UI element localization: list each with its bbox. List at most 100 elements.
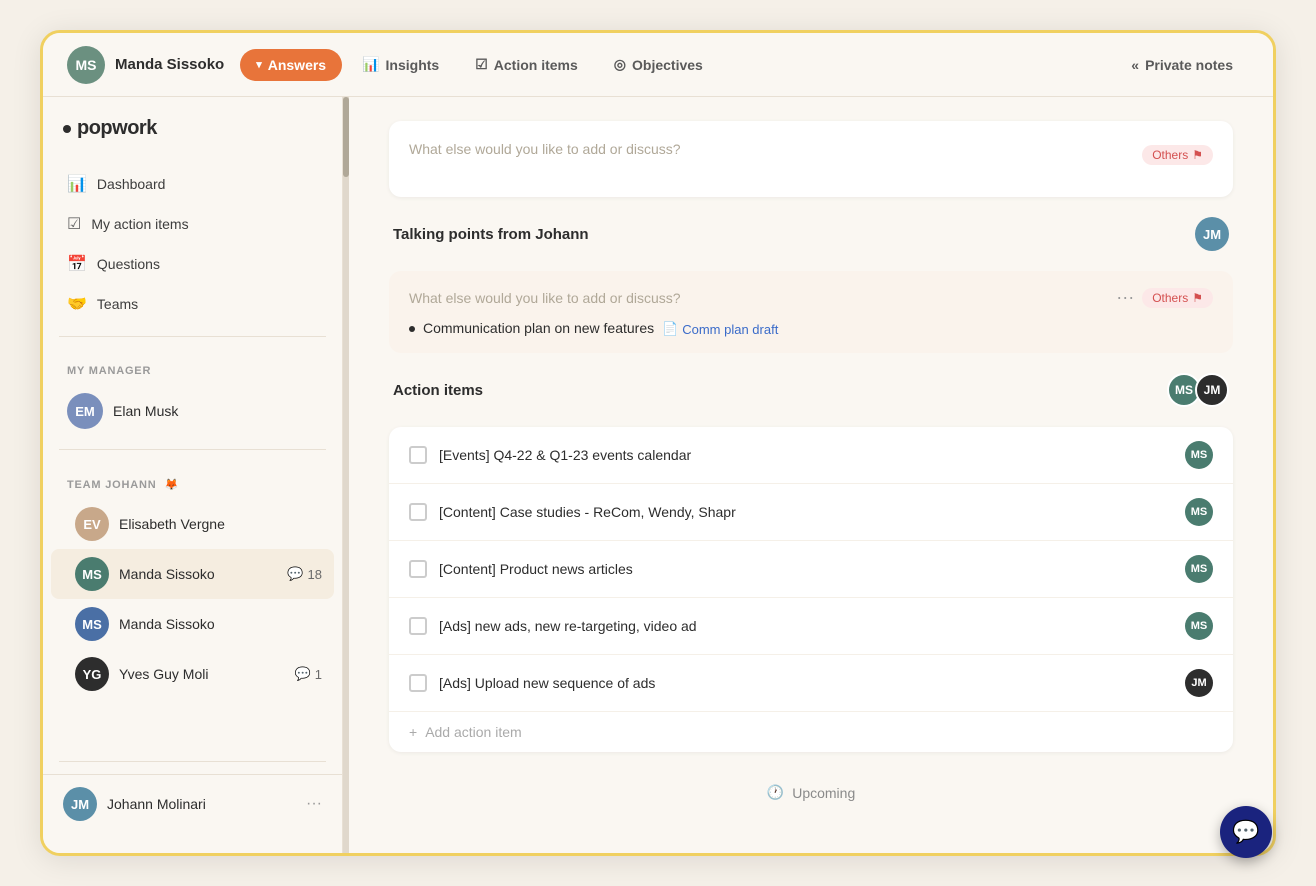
teams-icon: 🤝 — [67, 294, 87, 314]
divider-3 — [59, 761, 326, 762]
team-member-name-0: Elisabeth Vergne — [119, 516, 322, 532]
scroll-divider[interactable] — [343, 97, 349, 853]
action-item-text-1: [Content] Case studies - ReCom, Wendy, S… — [439, 504, 1173, 520]
check-square-icon: ☑ — [475, 56, 488, 73]
sidebar-item-manager[interactable]: EM Elan Musk — [43, 385, 342, 437]
chat-widget[interactable]: 💬 — [1220, 806, 1272, 858]
divider-1 — [59, 336, 326, 337]
top-others-tag[interactable]: Others ⚑ — [1142, 145, 1213, 165]
add-action-label: Add action item — [425, 724, 522, 740]
sidebar: popwork 📊 Dashboard ☑ My action items 📅 … — [43, 97, 343, 853]
talking-flag-icon: ⚑ — [1192, 291, 1203, 305]
upcoming-label: Upcoming — [792, 785, 855, 801]
checkbox-3[interactable] — [409, 617, 427, 635]
upcoming-bar[interactable]: 🕐 Upcoming — [389, 772, 1233, 813]
talking-points-title: Talking points from Johann — [393, 226, 589, 243]
logo-text: popwork — [77, 117, 157, 140]
talking-points-avatar: JM — [1195, 217, 1229, 251]
action-item-avatar-4: JM — [1185, 669, 1213, 697]
sidebar-item-dashboard-label: Dashboard — [97, 176, 166, 192]
chat-icon: 💬 — [1232, 819, 1259, 845]
header-avatar: MS — [67, 46, 105, 84]
tab-action-items[interactable]: ☑ Action items — [459, 48, 594, 81]
footer-user-name: Johann Molinari — [107, 796, 296, 812]
sidebar-item-my-action-items[interactable]: ☑ My action items — [55, 204, 330, 244]
tab-insights-label: Insights — [386, 57, 440, 73]
action-avatar-1: JM — [1195, 373, 1229, 407]
checkbox-4[interactable] — [409, 674, 427, 692]
top-placeholder-text[interactable]: What else would you like to add or discu… — [409, 141, 1142, 157]
action-item-row-0: [Events] Q4-22 & Q1-23 events calendar M… — [389, 427, 1233, 484]
action-items-card: [Events] Q4-22 & Q1-23 events calendar M… — [389, 427, 1233, 752]
talking-placeholder-text[interactable]: What else would you like to add or discu… — [409, 290, 1108, 306]
tab-answers-label: Answers — [268, 57, 326, 73]
talking-points-section: Talking points from Johann JM What else … — [389, 217, 1233, 353]
tab-insights[interactable]: 📊 Insights — [346, 48, 455, 81]
action-item-avatar-1: MS — [1185, 498, 1213, 526]
chevron-icon: ▾ — [256, 58, 262, 71]
sidebar-item-team-member-3[interactable]: YG Yves Guy Moli 💬 1 — [51, 649, 334, 699]
action-item-row-1: [Content] Case studies - ReCom, Wendy, S… — [389, 484, 1233, 541]
team-member-avatar-2: MS — [75, 607, 109, 641]
team-member-avatar-3: YG — [75, 657, 109, 691]
footer-user-avatar: JM — [63, 787, 97, 821]
footer-user[interactable]: JM Johann Molinari ··· — [43, 774, 342, 833]
action-items-header: Action items MS JM — [389, 373, 1233, 415]
content-area: What else would you like to add or discu… — [349, 97, 1273, 853]
sidebar-item-teams-label: Teams — [97, 296, 138, 312]
sidebar-item-team-member-2[interactable]: MS Manda Sissoko — [51, 599, 334, 649]
checkbox-2[interactable] — [409, 560, 427, 578]
tab-answers[interactable]: ▾ Answers — [240, 49, 342, 81]
sidebar-item-dashboard[interactable]: 📊 Dashboard — [55, 164, 330, 204]
add-action-row[interactable]: + Add action item — [389, 712, 1233, 752]
private-notes-button[interactable]: « Private notes — [1115, 49, 1249, 81]
sidebar-item-teams[interactable]: 🤝 Teams — [55, 284, 330, 324]
manager-name: Elan Musk — [113, 403, 178, 419]
comm-plan-link[interactable]: 📄 Comm plan draft — [662, 321, 778, 337]
doc-icon: 📄 — [662, 321, 678, 337]
more-dots-icon[interactable]: ··· — [306, 795, 322, 813]
team-section-label: TEAM JOHANN 🦊 — [43, 462, 342, 499]
checkbox-1[interactable] — [409, 503, 427, 521]
sidebar-item-team-member-0[interactable]: EV Elisabeth Vergne — [51, 499, 334, 549]
double-chevron-icon: « — [1131, 57, 1139, 73]
manager-section-label: MY MANAGER — [43, 349, 342, 385]
action-items-section: Action items MS JM [Events] Q4-22 & Q1-2… — [389, 373, 1233, 752]
action-item-avatar-3: MS — [1185, 612, 1213, 640]
action-item-text-0: [Events] Q4-22 & Q1-23 events calendar — [439, 447, 1173, 463]
comment-icon-1: 💬 — [287, 566, 303, 582]
tab-objectives[interactable]: ◎ Objectives — [598, 48, 719, 81]
target-icon: ◎ — [614, 56, 626, 73]
action-item-text-2: [Content] Product news articles — [439, 561, 1173, 577]
sidebar-item-team-member-1[interactable]: MS Manda Sissoko 💬 18 — [51, 549, 334, 599]
comment-count-3: 1 — [315, 667, 322, 682]
header-user-name: Manda Sissoko — [115, 56, 224, 73]
action-item-row-2: [Content] Product news articles MS — [389, 541, 1233, 598]
action-item-row-3: [Ads] new ads, new re-targeting, video a… — [389, 598, 1233, 655]
team-section-text: TEAM JOHANN — [67, 479, 156, 491]
checkbox-0[interactable] — [409, 446, 427, 464]
action-item-text-4: [Ads] Upload new sequence of ads — [439, 675, 1173, 691]
private-notes-label: Private notes — [1145, 57, 1233, 73]
talking-bullet-text-0: Communication plan on new features 📄 Com… — [423, 320, 778, 337]
talking-bullet-row-0: Communication plan on new features 📄 Com… — [409, 320, 1213, 337]
talking-others-tag[interactable]: Others ⚑ — [1142, 288, 1213, 308]
flag-icon: ⚑ — [1192, 148, 1203, 162]
sidebar-item-questions[interactable]: 📅 Questions — [55, 244, 330, 284]
scroll-thumb — [343, 97, 349, 177]
nav-items: 📊 Dashboard ☑ My action items 📅 Question… — [43, 164, 342, 324]
comment-badge-3: 💬 1 — [295, 666, 322, 682]
action-items-icon: ☑ — [67, 214, 81, 234]
team-member-name-1: Manda Sissoko — [119, 566, 277, 582]
comment-badge-1: 💬 18 — [287, 566, 322, 582]
logo-dot — [63, 125, 71, 133]
team-member-avatar-1: MS — [75, 557, 109, 591]
more-options-icon[interactable]: ··· — [1116, 287, 1134, 308]
talking-bullet-main-text: Communication plan on new features — [423, 320, 654, 336]
bullet-icon — [409, 326, 415, 332]
sidebar-item-questions-label: Questions — [97, 256, 160, 272]
team-emoji: 🦊 — [164, 478, 179, 491]
action-item-text-3: [Ads] new ads, new re-targeting, video a… — [439, 618, 1173, 634]
tab-action-items-label: Action items — [494, 57, 578, 73]
clock-icon: 🕐 — [767, 784, 784, 801]
